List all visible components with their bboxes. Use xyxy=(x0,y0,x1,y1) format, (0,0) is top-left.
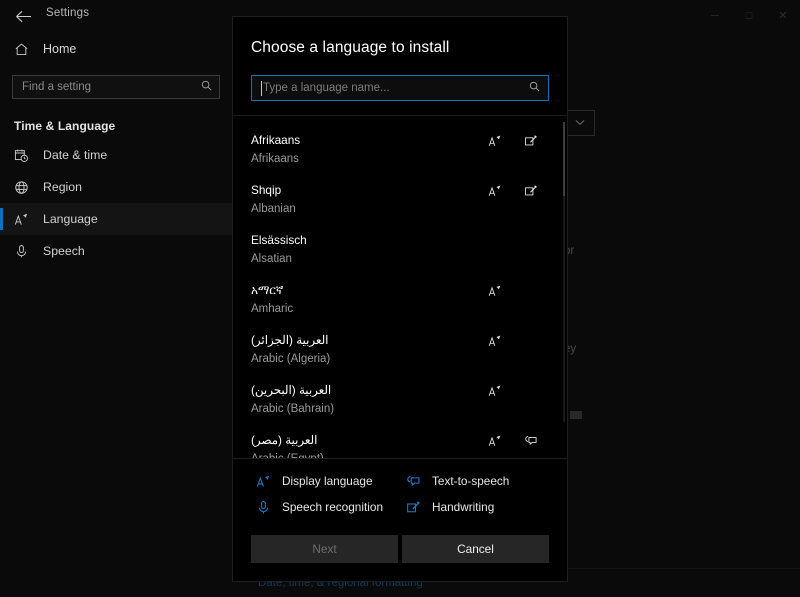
sidebar-item-label: Language xyxy=(43,212,98,226)
choose-language-dialog: Choose a language to install Type a lang… xyxy=(232,16,568,582)
list-item[interactable]: Shqip Albanian xyxy=(233,176,567,226)
sidebar-item-date-time[interactable]: Date & time xyxy=(0,139,232,171)
handwriting-icon xyxy=(513,183,549,199)
language-feature-icons xyxy=(477,433,549,449)
sidebar-item-label: Date & time xyxy=(43,148,107,162)
sidebar-item-home[interactable]: Home xyxy=(0,32,232,66)
legend-label: Handwriting xyxy=(432,500,494,514)
list-item[interactable]: አማርኛ Amharic xyxy=(233,276,567,326)
maximize-button[interactable]: ☐ xyxy=(732,0,766,32)
display-language-icon xyxy=(477,333,513,349)
dialog-footer: Next Cancel xyxy=(233,517,567,581)
display-language-icon xyxy=(477,383,513,399)
microphone-icon xyxy=(255,499,271,515)
sidebar: Home Find a setting Time & Language Da xyxy=(0,32,232,597)
chevron-down-icon xyxy=(575,118,585,128)
cancel-button[interactable]: Cancel xyxy=(402,535,549,563)
globe-icon xyxy=(14,180,29,195)
legend-item-speech-recognition: Speech recognition xyxy=(255,499,405,515)
language-feature-icons xyxy=(477,133,549,149)
list-item[interactable]: العربية (البحرين) Arabic (Bahrain) xyxy=(233,376,567,426)
display-language-icon xyxy=(255,473,271,489)
language-feature-icons xyxy=(477,233,549,249)
search-icon xyxy=(201,80,212,94)
sidebar-item-region[interactable]: Region xyxy=(0,171,232,203)
calendar-clock-icon xyxy=(14,148,29,163)
background-dropdown[interactable] xyxy=(565,110,595,136)
sidebar-search-input[interactable]: Find a setting xyxy=(13,81,91,93)
language-english-name: Arabic (Egypt) xyxy=(251,450,549,458)
feature-legend: Display language Text-to-speech xyxy=(233,458,567,517)
display-language-icon xyxy=(477,433,513,449)
display-language-icon xyxy=(14,212,29,227)
legend-item-text-to-speech: Text-to-speech xyxy=(405,473,567,489)
text-to-speech-icon xyxy=(513,433,549,449)
settings-app: Settings ─ ☐ ✕ Home Find a setting xyxy=(0,0,800,597)
search-icon xyxy=(529,81,540,95)
text-caret xyxy=(261,81,262,96)
legend-item-handwriting: Handwriting xyxy=(405,499,567,515)
legend-label: Display language xyxy=(282,474,373,488)
language-english-name: Afrikaans xyxy=(251,150,549,169)
language-search-field[interactable]: Type a language name... xyxy=(251,75,549,101)
sidebar-search[interactable]: Find a setting xyxy=(12,75,220,99)
sidebar-home-label: Home xyxy=(43,42,76,56)
language-feature-icons xyxy=(477,283,549,299)
legend-item-display-language: Display language xyxy=(255,473,405,489)
language-feature-icons xyxy=(477,183,549,199)
list-item[interactable]: Afrikaans Afrikaans xyxy=(233,126,567,176)
display-language-icon xyxy=(477,283,513,299)
sidebar-item-language[interactable]: Language xyxy=(0,203,232,235)
language-english-name: Amharic xyxy=(251,300,549,319)
language-english-name: Alsatian xyxy=(251,250,549,269)
language-english-name: Arabic (Bahrain) xyxy=(251,400,549,419)
list-scrollbar[interactable] xyxy=(563,122,565,422)
handwriting-icon xyxy=(513,133,549,149)
scrollbar-thumb[interactable] xyxy=(563,122,565,196)
text-to-speech-icon xyxy=(405,473,421,489)
language-english-name: Arabic (Algeria) xyxy=(251,350,549,369)
minimize-button[interactable]: ─ xyxy=(698,0,732,32)
window-controls: ─ ☐ ✕ xyxy=(698,0,800,32)
language-english-name: Albanian xyxy=(251,200,549,219)
microphone-icon xyxy=(14,244,29,259)
language-search-input[interactable]: Type a language name... xyxy=(252,82,390,94)
language-list[interactable]: Afrikaans Afrikaans xyxy=(233,116,567,458)
legend-label: Speech recognition xyxy=(282,500,383,514)
display-language-icon xyxy=(477,183,513,199)
home-icon xyxy=(14,42,29,57)
sidebar-item-label: Region xyxy=(43,180,82,194)
app-title: Settings xyxy=(46,7,89,19)
sidebar-item-label: Speech xyxy=(43,244,85,258)
display-language-icon xyxy=(477,133,513,149)
list-item[interactable]: Elsässisch Alsatian xyxy=(233,226,567,276)
background-chip xyxy=(570,411,582,419)
sidebar-item-speech[interactable]: Speech xyxy=(0,235,232,267)
list-item[interactable]: العربية (مصر) Arabic (Egypt) xyxy=(233,426,567,458)
back-arrow-icon[interactable] xyxy=(8,4,38,28)
dialog-title: Choose a language to install xyxy=(251,39,549,57)
next-button[interactable]: Next xyxy=(251,535,398,563)
sidebar-section-title: Time & Language xyxy=(0,99,232,139)
list-item[interactable]: العربية (الجزائر) Arabic (Algeria) xyxy=(233,326,567,376)
legend-label: Text-to-speech xyxy=(432,474,509,488)
close-button[interactable]: ✕ xyxy=(766,0,800,32)
handwriting-icon xyxy=(405,499,421,515)
dialog-header: Choose a language to install xyxy=(233,17,567,57)
language-feature-icons xyxy=(477,333,549,349)
language-feature-icons xyxy=(477,383,549,399)
